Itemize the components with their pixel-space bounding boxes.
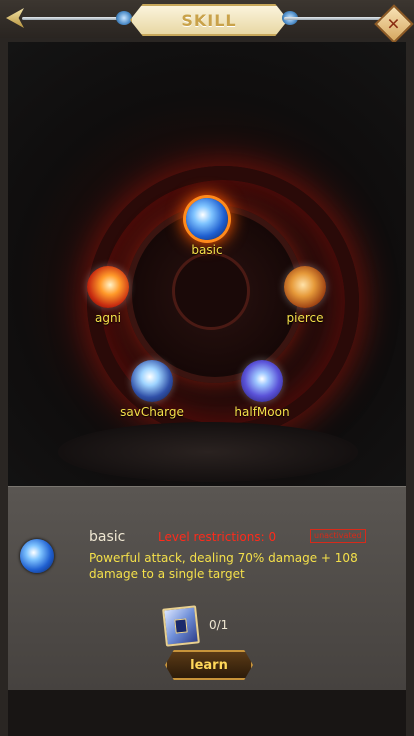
title-plaque: SKILL [130,4,288,36]
title-bar: SKILL [0,0,414,38]
skill-label-agni: agni [95,311,121,325]
skill-savcharge[interactable]: savCharge [102,360,202,419]
skill-description: Powerful attack, dealing 70% damage + 10… [89,551,358,581]
level-restriction: Level restrictions: 0 [158,530,277,544]
ring-core [172,252,250,330]
pedestal [58,422,358,482]
learn-button[interactable]: learn [165,650,253,680]
selected-skill-icon [20,539,54,573]
skill-name: basic [89,529,126,545]
bottom-area [8,690,406,736]
skill-agni[interactable]: agni [58,266,158,325]
skill-halfmoon[interactable]: halfMoon [212,360,312,419]
skill-label-pierce: pierce [286,311,324,325]
amber-pierce-icon [284,266,326,308]
book-count: 0/1 [209,618,229,632]
skill-label-savcharge: savCharge [120,405,184,419]
skill-label-halfmoon: halfMoon [234,405,290,419]
skill-basic[interactable]: basic [157,198,257,257]
skill-label-basic: basic [191,243,223,257]
skill-wheel-panel: basic agni pierce savCharge halfMoon [8,42,406,486]
close-icon: ✕ [374,4,414,44]
status-badge: unactivated [310,529,366,543]
blue-slash-icon [186,198,228,240]
skill-pierce[interactable]: pierce [255,266,355,325]
knot-ornament-left [116,11,132,25]
skill-book-icon [162,605,200,647]
frost-charge-icon [131,360,173,402]
rope-right [284,17,384,20]
violet-halfmoon-icon [241,360,283,402]
close-button[interactable]: ✕ [374,4,414,44]
learn-label: learn [190,657,228,673]
fire-slash-icon [87,266,129,308]
page-title: SKILL [181,10,237,30]
skill-info-panel: basic Level restrictions: 0 unactivated … [8,486,406,691]
